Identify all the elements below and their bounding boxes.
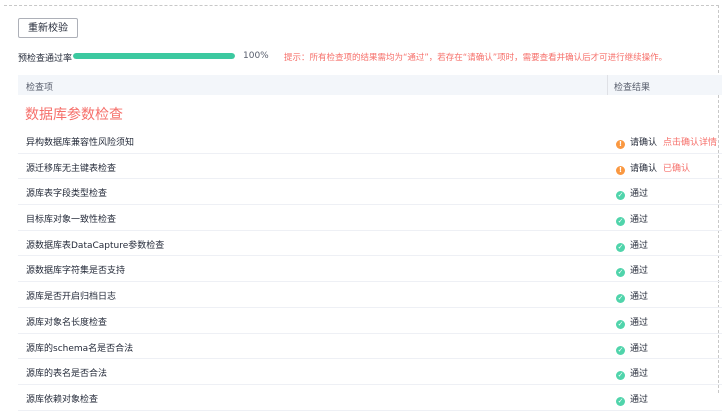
check-circle-icon: ✓: [616, 242, 625, 252]
check-circle-icon: ✓: [616, 191, 625, 201]
check-item-name: 源库依赖对象检查: [26, 394, 99, 405]
check-result-text: 通过: [630, 369, 649, 380]
check-circle-icon: ✓: [616, 268, 625, 278]
check-circle-icon: ✓: [616, 371, 625, 381]
table-row: 源库对象名长度检查 ✓ 通过: [18, 308, 722, 334]
column-header-item: 检查项: [26, 83, 54, 93]
check-result-text: 通过: [630, 394, 649, 405]
hint-text: 提示：所有检查项的结果需均为“通过”，若存在“请确认”项时，需要查看并确认后才可…: [284, 53, 668, 63]
check-action-link[interactable]: 已确认: [663, 164, 690, 174]
check-result-text: 通过: [630, 266, 649, 277]
check-item-name: 源库表字段类型检查: [26, 189, 108, 200]
table-row: 源库的表名是否合法 ✓ 通过: [18, 359, 722, 385]
check-item-name: 源库的schema名是否合法: [26, 343, 134, 354]
pass-rate-progress-fill: [73, 53, 235, 59]
check-result-text: 通过: [630, 292, 649, 303]
check-item-name: 目标库对象一致性检查: [26, 215, 117, 226]
check-item-name: 源库对象名长度检查: [26, 317, 108, 328]
check-circle-icon: ✓: [616, 345, 625, 355]
check-item-name: 源库的表名是否合法: [26, 369, 108, 380]
check-result: ✓ 通过: [616, 263, 649, 278]
table-row: 源数据库字符集是否支持 ✓ 通过: [18, 256, 722, 283]
check-circle-icon: ✓: [616, 396, 625, 406]
table-row: 源库的schema名是否合法 ✓ 通过: [18, 334, 722, 360]
check-item-name: 异构数据库兼容性风险须知: [26, 138, 135, 148]
check-result: ✓ 通过: [616, 212, 649, 227]
check-circle-icon: ✓: [616, 294, 625, 304]
pass-rate-value: 100%: [243, 51, 269, 61]
section-title: 数据库参数检查: [25, 107, 123, 123]
column-divider: [607, 75, 608, 95]
check-result: ! 请确认 已确认: [616, 161, 690, 175]
check-result: ✓ 通过: [616, 238, 648, 252]
column-header-result: 检查结果: [614, 83, 651, 93]
recheck-button[interactable]: 重新校验: [18, 18, 78, 38]
check-result: ✓ 通过: [616, 186, 649, 201]
check-result: ! 请确认 点击确认详情: [616, 135, 717, 149]
check-result-text: 请确认: [630, 163, 658, 174]
check-result-text: 通过: [630, 189, 649, 200]
warning-icon: !: [616, 165, 625, 175]
table-header: 检查项 检查结果: [18, 75, 722, 95]
check-item-name: 源库是否开启归档日志: [26, 292, 117, 303]
pass-rate-label: 预检查通过率: [18, 54, 73, 64]
table-row: 源库是否开启归档日志 ✓ 通过: [18, 282, 722, 308]
check-action-link[interactable]: 点击确认详情: [663, 138, 717, 148]
check-result: ✓ 通过: [616, 289, 649, 304]
pass-rate-progress-bar: [73, 53, 235, 59]
table-row: 源数据库表DataCapture参数检查 ✓ 通过: [18, 231, 722, 257]
table-row: 异构数据库兼容性风险须知! 请确认 点击确认详情: [18, 128, 722, 154]
check-circle-icon: ✓: [616, 319, 625, 329]
check-result-text: 通过: [630, 215, 649, 226]
check-result-text: 通过: [630, 317, 649, 328]
check-item-name: 源数据库字符集是否支持: [26, 266, 126, 277]
table-row: 源迁移库无主键表检查! 请确认 已确认: [18, 154, 722, 180]
check-result: ✓ 通过: [616, 366, 649, 381]
check-list: 异构数据库兼容性风险须知! 请确认 点击确认详情 源迁移库无主键表检查! 请确认 已确认源…: [18, 128, 722, 411]
check-result-text: 请确认: [630, 138, 658, 148]
check-result: ✓ 通过: [616, 392, 648, 406]
check-item-name: 源数据库表DataCapture参数检查: [26, 240, 165, 251]
check-result: ✓ 通过: [616, 341, 648, 355]
check-result: ✓ 通过: [616, 315, 648, 329]
table-row: 源库表字段类型检查 ✓ 通过: [18, 179, 722, 206]
check-result-text: 通过: [630, 343, 649, 354]
warning-icon: !: [616, 140, 625, 149]
table-row: 目标库对象一致性检查 ✓ 通过: [18, 205, 722, 231]
check-circle-icon: ✓: [616, 217, 625, 227]
check-item-name: 源迁移库无主键表检查: [26, 163, 117, 174]
check-result-text: 通过: [630, 240, 649, 251]
